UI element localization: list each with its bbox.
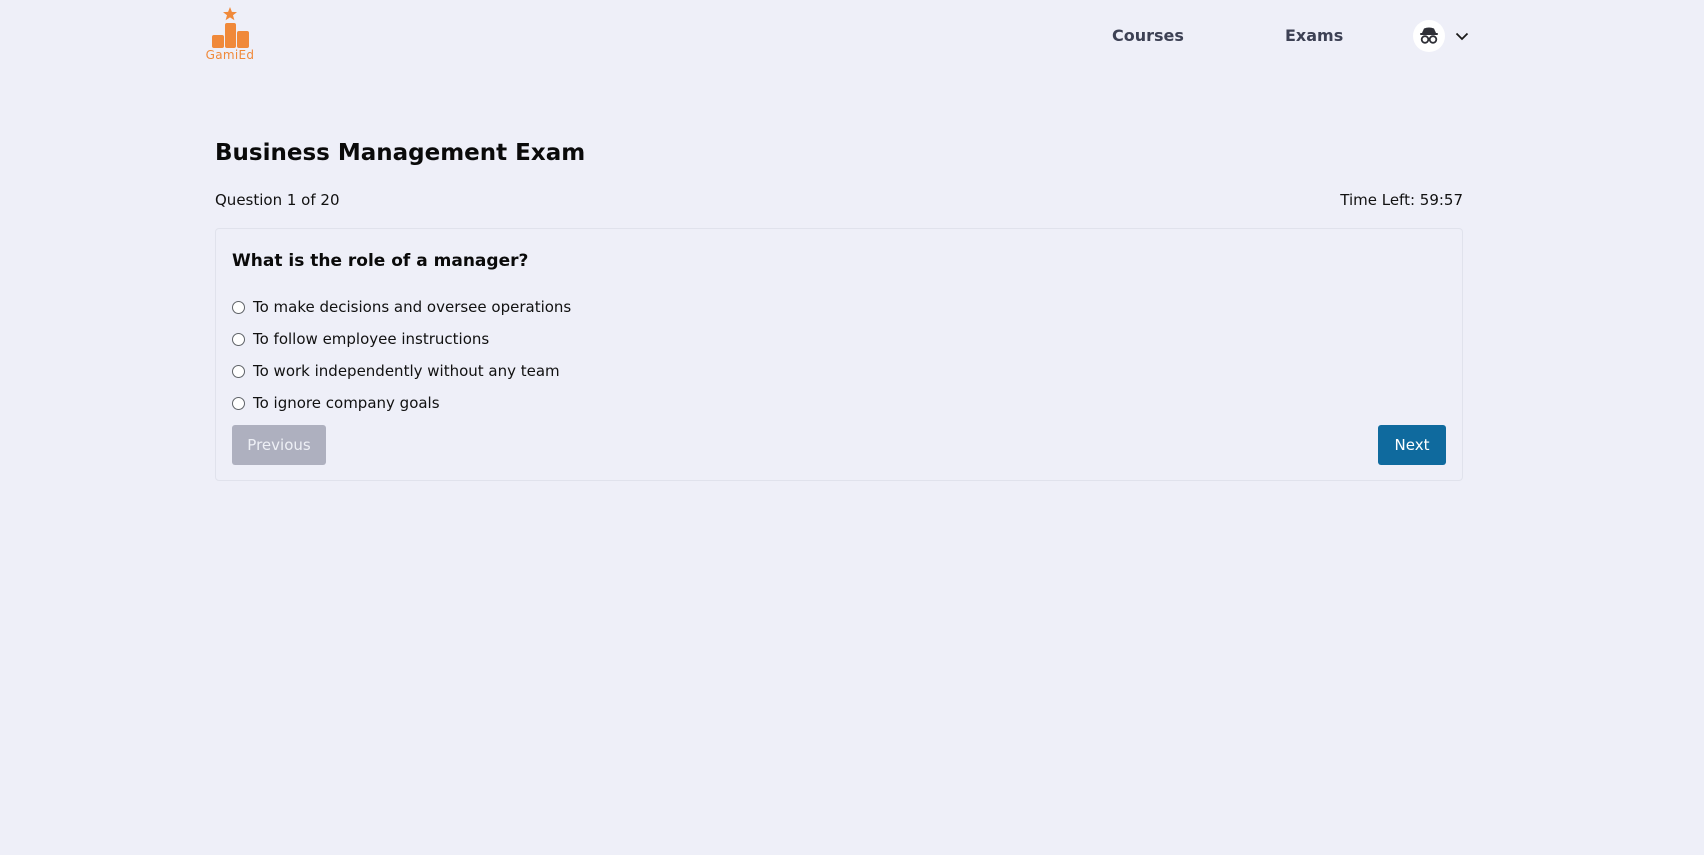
next-button[interactable]: Next: [1378, 425, 1446, 465]
answer-option[interactable]: To follow employee instructions: [232, 323, 571, 355]
incognito-icon: [1420, 27, 1438, 44]
radio-button[interactable]: [232, 300, 245, 314]
gamied-logo[interactable]: GamiEd: [200, 6, 260, 62]
answer-option[interactable]: To work independently without any team: [232, 355, 571, 387]
answer-option-label[interactable]: To follow employee instructions: [253, 330, 489, 348]
previous-button[interactable]: Previous: [232, 425, 326, 465]
answer-option[interactable]: To ignore company goals: [232, 387, 571, 419]
nav-courses-link[interactable]: Courses: [1112, 26, 1184, 45]
nav-exams-link[interactable]: Exams: [1285, 26, 1343, 45]
answer-options: To make decisions and oversee operations…: [232, 291, 571, 419]
profile-menu[interactable]: [1413, 20, 1473, 54]
answer-option-label[interactable]: To make decisions and oversee operations: [253, 298, 571, 316]
avatar[interactable]: [1413, 20, 1445, 52]
answer-option[interactable]: To make decisions and oversee operations: [232, 291, 571, 323]
chevron-down-icon[interactable]: [1455, 29, 1469, 43]
radio-button[interactable]: [232, 332, 245, 346]
question-counter: Question 1 of 20: [215, 191, 340, 209]
logo-text: GamiEd: [205, 48, 255, 62]
radio-button[interactable]: [232, 364, 245, 378]
question-card: What is the role of a manager? To make d…: [215, 228, 1463, 481]
radio-button[interactable]: [232, 396, 245, 410]
logo-icon: [212, 7, 249, 48]
question-text: What is the role of a manager?: [232, 251, 529, 271]
answer-option-label[interactable]: To work independently without any team: [253, 362, 560, 380]
page-title: Business Management Exam: [215, 140, 586, 166]
top-navbar: GamiEd Courses Exams: [0, 0, 1704, 74]
answer-option-label[interactable]: To ignore company goals: [253, 394, 440, 412]
time-left-timer: Time Left: 59:57: [1340, 191, 1463, 209]
